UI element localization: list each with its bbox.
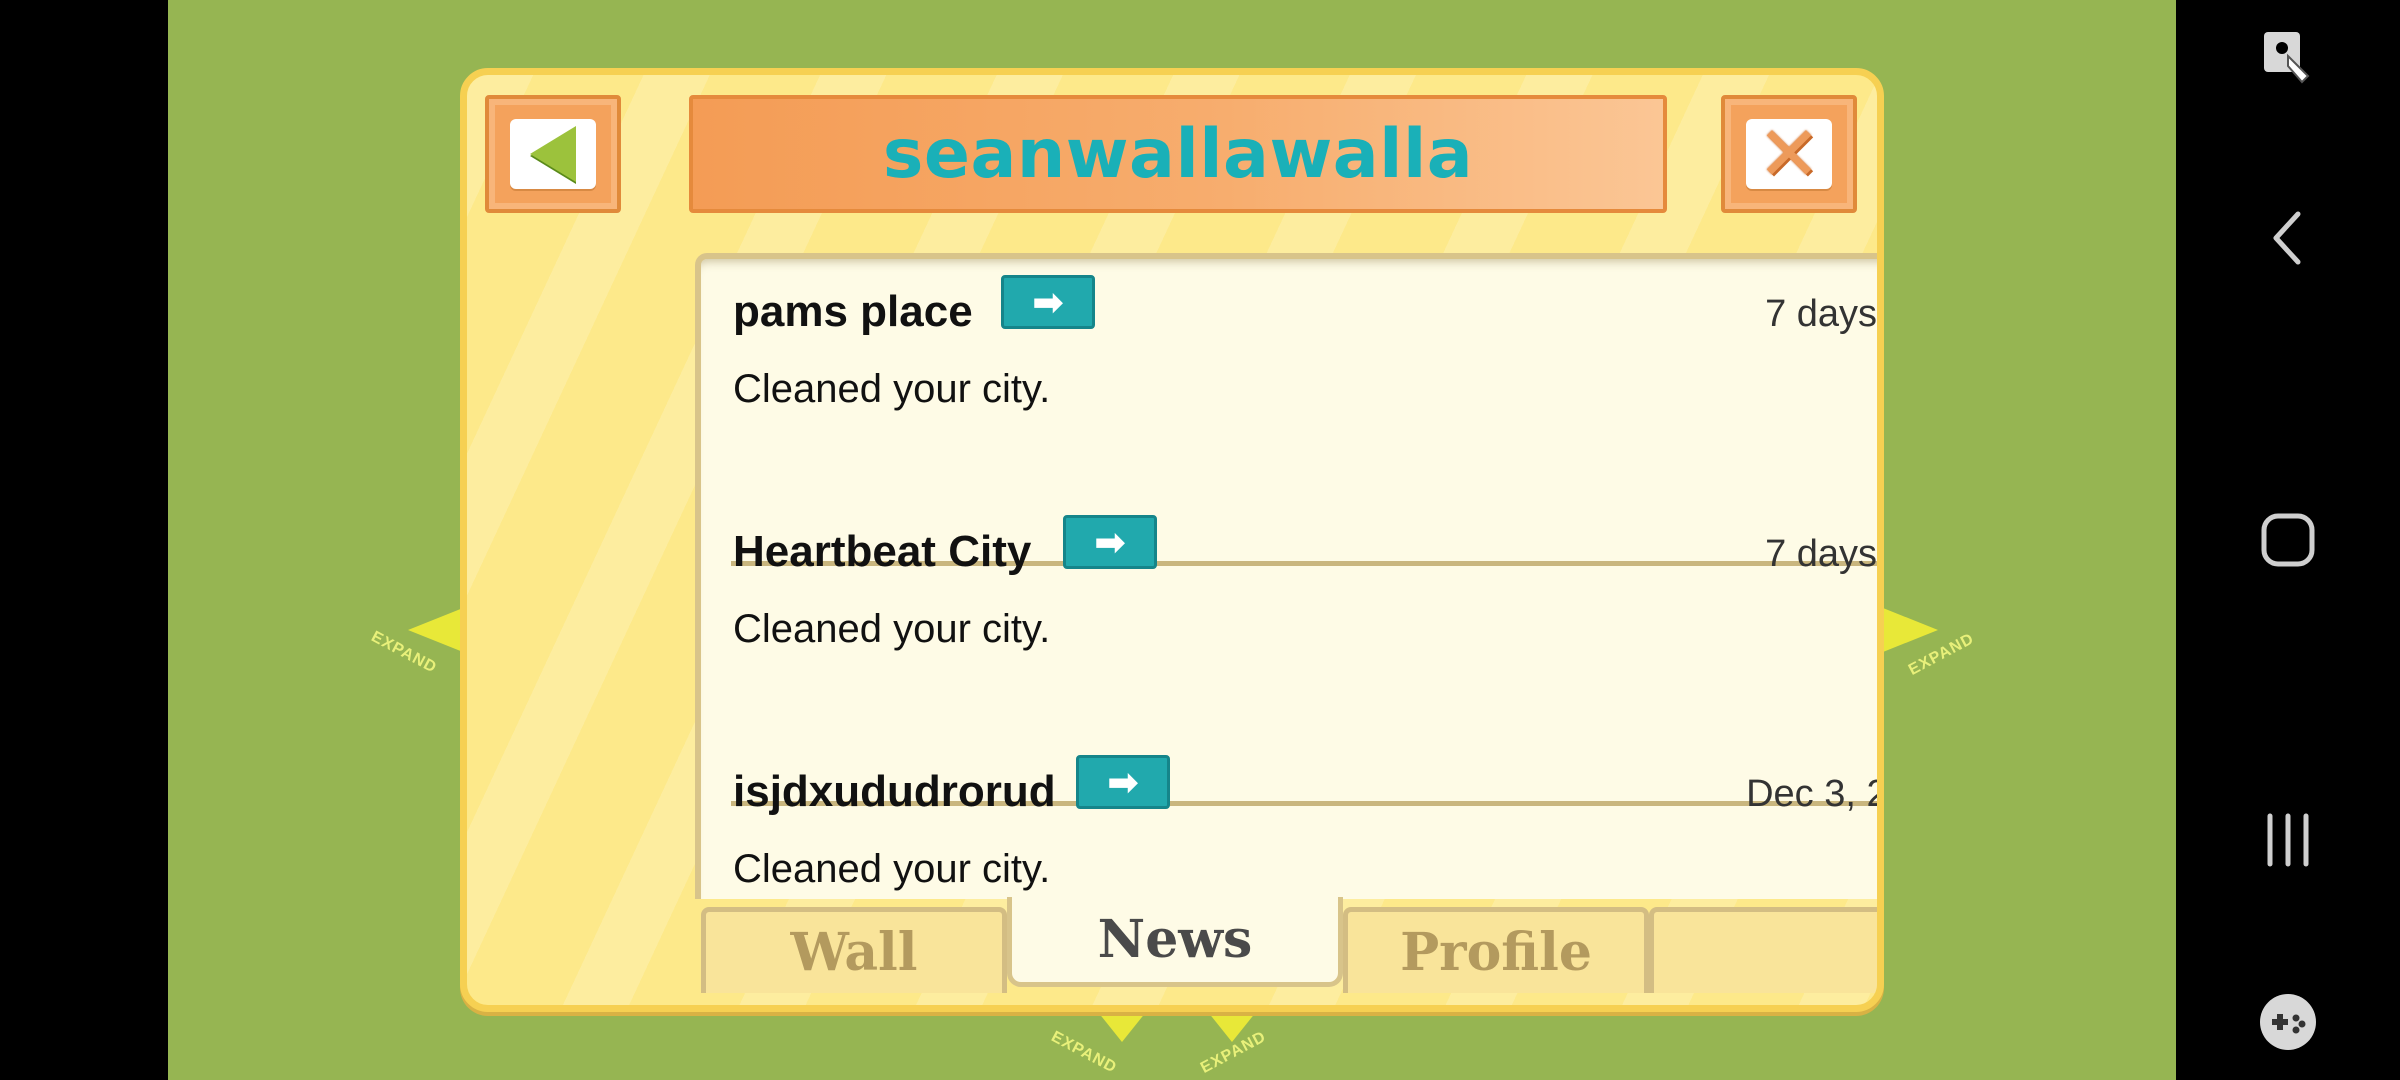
feed-item-message: Cleaned your city. (733, 607, 1051, 651)
expand-right-arrow-icon (1878, 606, 1938, 654)
goto-city-button[interactable]: ➡ (1076, 755, 1170, 809)
goto-city-button[interactable]: ➡ (1063, 515, 1157, 569)
back-icon (2273, 211, 2301, 265)
tab-empty[interactable] (1649, 907, 1877, 993)
game-area[interactable]: EXPAND EXPAND EXPAND EXPAND seanwallawal… (168, 0, 2176, 1080)
feed-item-city-name: pams place (733, 287, 973, 336)
expand-right[interactable]: EXPAND (1878, 596, 1998, 686)
feed-item: isjdxududrorud ➡ Dec 3, 2020 Cleaned you… (701, 739, 1877, 899)
feed-item: pams place ➡ 7 days ago Cleaned your cit… (701, 259, 1878, 499)
home-nav-button[interactable] (2176, 510, 2400, 570)
goto-city-button[interactable]: ➡ (1001, 275, 1095, 329)
tab-profile[interactable]: Profile (1343, 907, 1649, 993)
tab-bar: Wall News Profile (695, 897, 1877, 993)
back-nav-button[interactable] (2176, 210, 2400, 266)
close-icon: ✕ (1757, 109, 1821, 198)
back-button[interactable] (485, 95, 621, 213)
close-button-face: ✕ (1746, 109, 1832, 198)
arrow-right-icon: ➡ (1032, 280, 1064, 324)
expand-bottom-left[interactable]: EXPAND (1048, 1010, 1178, 1080)
title-bar: seanwallawalla (689, 95, 1667, 213)
profile-name-title: seanwallawalla (882, 114, 1474, 194)
expand-bottom-left-arrow-icon (1098, 1012, 1146, 1042)
tab-wall[interactable]: Wall (701, 907, 1007, 993)
game-tools-button[interactable] (2176, 992, 2400, 1052)
feed-item-time: 7 days ago (1765, 533, 1878, 575)
close-button[interactable]: ✕ (1721, 95, 1857, 213)
feed-item-time: 7 days ago (1765, 293, 1878, 335)
recents-icon (2267, 813, 2309, 867)
arrow-right-icon: ➡ (1094, 520, 1126, 564)
feed-item-time: Dec 3, 2020 (1746, 773, 1877, 815)
profile-panel: seanwallawalla ✕ pams place ➡ 7 days ago… (460, 68, 1884, 1012)
feed-item-city-name: isjdxududrorud (733, 767, 1056, 816)
system-navigation-bar (2176, 0, 2400, 1080)
back-arrow-icon (530, 126, 576, 182)
expand-left-arrow-icon (408, 606, 468, 654)
arrow-right-icon: ➡ (1107, 760, 1139, 804)
accessibility-icon (2264, 32, 2310, 84)
expand-bottom-right[interactable]: EXPAND (1178, 1010, 1308, 1080)
recents-nav-button[interactable] (2176, 812, 2400, 868)
accessibility-button[interactable] (2176, 26, 2400, 90)
feed-item-message: Cleaned your city. (733, 367, 1051, 411)
feed-item: Heartbeat City ➡ 7 days ago Cleaned your… (701, 499, 1878, 739)
news-feed[interactable]: pams place ➡ 7 days ago Cleaned your cit… (695, 253, 1878, 899)
game-tools-icon (2260, 994, 2316, 1050)
home-icon (2261, 513, 2315, 567)
back-button-face (510, 119, 596, 189)
feed-item-city-name: Heartbeat City (733, 527, 1032, 576)
tab-news[interactable]: News (1007, 897, 1343, 987)
feed-item-message: Cleaned your city. (733, 847, 1051, 891)
